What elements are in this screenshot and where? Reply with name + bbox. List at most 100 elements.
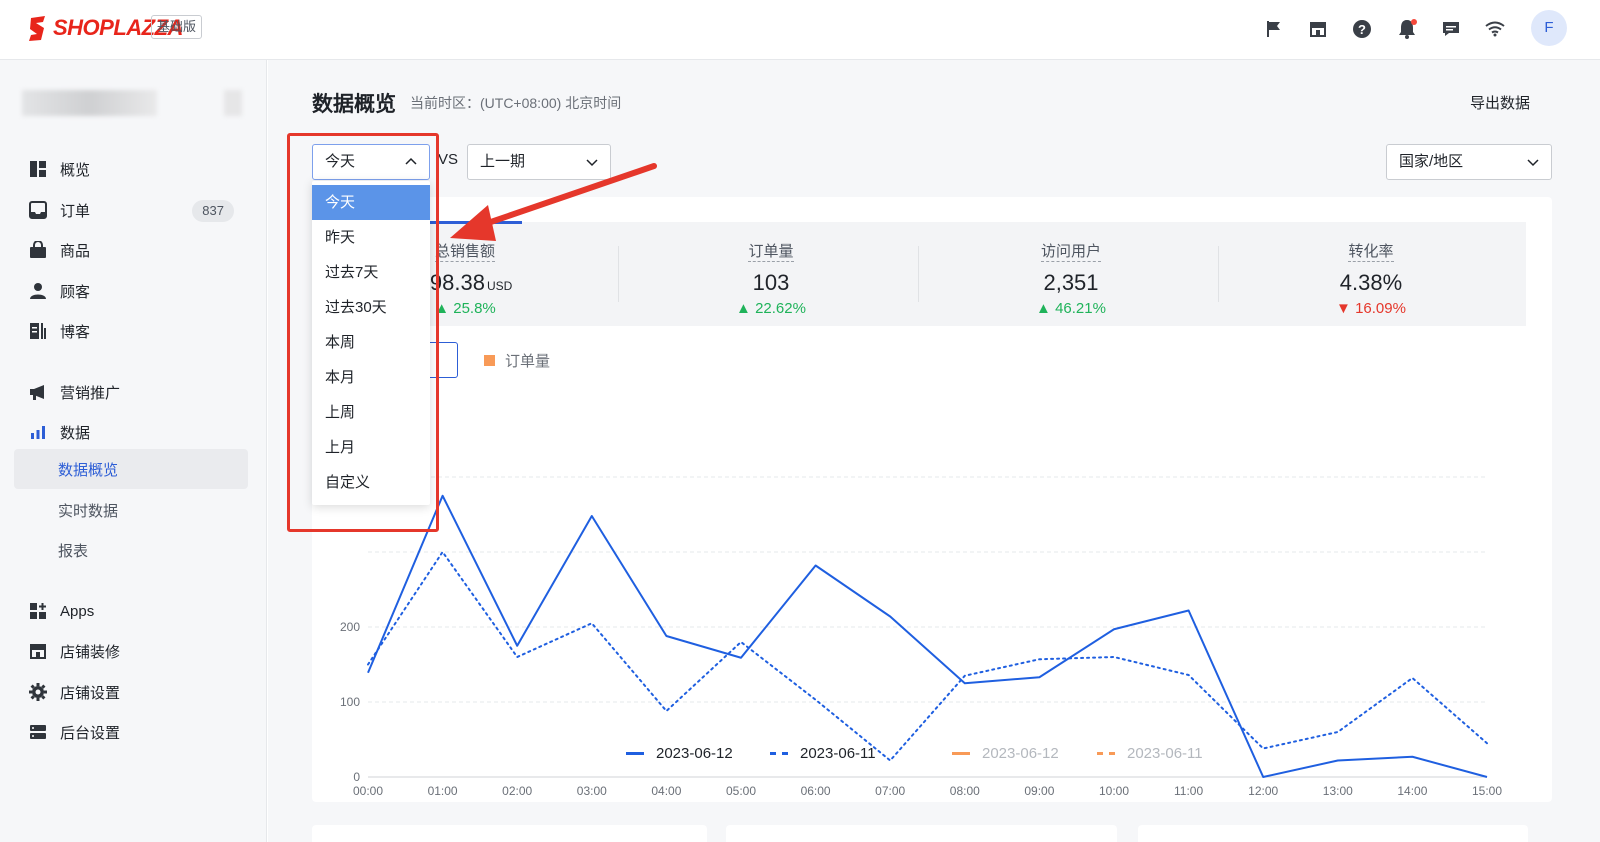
svg-text:?: ? [1358, 22, 1366, 37]
apps-icon [28, 601, 48, 621]
x-tick-label: 05:00 [726, 784, 756, 798]
legend-item[interactable]: 2023-06-11 [770, 745, 876, 762]
sidebar-item-admin-settings[interactable]: 后台设置 [14, 712, 248, 752]
x-tick-label: 00:00 [353, 784, 383, 798]
sidebar: 概览 订单 837 商品 顾客 博客 营销推广 数据 数据概览 实时数据 报表 … [0, 60, 267, 842]
storefront-icon [28, 641, 48, 661]
legend-item[interactable]: 2023-06-11 [1097, 745, 1203, 762]
sidebar-item-label: 数据 [60, 424, 91, 442]
x-tick-label: 13:00 [1323, 784, 1353, 798]
megaphone-icon [28, 382, 48, 402]
sidebar-item-label: 商品 [60, 242, 91, 260]
region-select-value: 国家/地区 [1399, 153, 1464, 170]
legend-label: 2023-06-12 [982, 745, 1059, 762]
sidebar-item-data-overview[interactable]: 数据概览 [14, 449, 248, 489]
sidebar-item-orders[interactable]: 订单 837 [14, 190, 248, 230]
line-chart: 0 100 200 00:00 01:00 02:00 03:00 04:00 05:00 06:… [340, 476, 1502, 798]
sidebar-item-analytics[interactable]: 数据 [14, 412, 248, 452]
dashed-line-icon [1097, 752, 1115, 755]
store-icon[interactable] [1306, 17, 1330, 41]
legend-label: 2023-06-11 [1127, 745, 1203, 762]
highlight-frame [287, 133, 439, 532]
sidebar-item-label: 报表 [58, 542, 89, 560]
flag-icon[interactable] [1262, 17, 1286, 41]
x-tick-label: 12:00 [1248, 784, 1278, 798]
bag-icon [28, 240, 48, 260]
export-data-button[interactable]: 导出数据 [1470, 92, 1530, 113]
blog-icon [28, 321, 48, 341]
sidebar-item-realtime[interactable]: 实时数据 [14, 490, 248, 530]
vs-label: VS [438, 151, 459, 168]
sidebar-item-blog[interactable]: 博客 [14, 311, 248, 351]
store-name-blurred[interactable] [22, 90, 157, 116]
user-icon [28, 281, 48, 301]
legend-label: 2023-06-11 [800, 745, 876, 762]
user-avatar[interactable]: F [1531, 10, 1567, 46]
compare-select[interactable]: 上一期 [467, 144, 611, 180]
sidebar-item-label: 博客 [60, 323, 91, 341]
summary-card [312, 825, 707, 842]
x-tick-label: 09:00 [1024, 784, 1054, 798]
sidebar-item-products[interactable]: 商品 [14, 230, 248, 270]
x-tick-label: 15:00 [1472, 784, 1502, 798]
y-tick-label: 0 [353, 770, 360, 784]
sidebar-item-label: 店铺设置 [60, 684, 121, 702]
timezone-label: 当前时区：(UTC+08:00) 北京时间 [410, 95, 622, 111]
x-tick-label: 08:00 [950, 784, 980, 798]
summary-card [1138, 825, 1528, 842]
sidebar-item-label: 概览 [60, 161, 91, 179]
x-tick-label: 11:00 [1174, 784, 1203, 798]
x-tick-label: 01:00 [428, 784, 458, 798]
x-tick-label: 03:00 [577, 784, 607, 798]
x-tick-label: 07:00 [875, 784, 905, 798]
sidebar-item-label: 顾客 [60, 283, 91, 301]
sidebar-item-store-design[interactable]: 店铺装修 [14, 631, 248, 671]
x-tick-label: 04:00 [651, 784, 681, 798]
gear-icon [28, 682, 48, 702]
sidebar-item-marketing[interactable]: 营销推广 [14, 372, 248, 412]
sidebar-item-customers[interactable]: 顾客 [14, 271, 248, 311]
sidebar-item-store-settings[interactable]: 店铺设置 [14, 672, 248, 712]
sidebar-item-label: Apps [60, 602, 95, 620]
x-tick-label: 10:00 [1099, 784, 1129, 798]
series-line-current [367, 494, 1488, 778]
y-tick-label: 100 [340, 695, 360, 709]
bar-chart-icon [28, 422, 48, 442]
sidebar-item-apps[interactable]: Apps [14, 591, 248, 631]
store-switcher-blurred[interactable] [224, 90, 242, 116]
sidebar-item-label: 营销推广 [60, 384, 121, 402]
sidebar-item-overview[interactable]: 概览 [14, 149, 248, 189]
legend-label: 2023-06-12 [656, 745, 733, 762]
sidebar-item-label: 订单 [60, 202, 91, 220]
x-tick-label: 06:00 [801, 784, 831, 798]
sidebar-item-reports[interactable]: 报表 [14, 530, 248, 570]
summary-card [726, 825, 1117, 842]
series-line-previous [367, 551, 1488, 762]
server-icon [28, 722, 48, 742]
x-tick-label: 02:00 [502, 784, 532, 798]
notification-dot [1411, 19, 1417, 25]
overview-card: 总销售额 598.38 USD ▲ 25.8% 订单量 103 ▲ 22.62% … [312, 197, 1552, 802]
chevron-down-icon [1527, 159, 1539, 167]
chat-icon[interactable] [1439, 17, 1463, 41]
sidebar-item-label: 后台设置 [60, 724, 121, 742]
main-content: 数据概览 当前时区：(UTC+08:00) 北京时间 导出数据 今天 VS 上一… [268, 60, 1600, 842]
logo-mark-icon [29, 16, 45, 41]
bell-icon[interactable] [1395, 17, 1419, 41]
page-title: 数据概览 [312, 93, 396, 116]
overview-icon [28, 159, 48, 179]
solid-line-icon [952, 752, 970, 755]
sidebar-item-label: 数据概览 [58, 461, 119, 479]
region-select[interactable]: 国家/地区 [1386, 144, 1552, 180]
top-bar: SHOPLAZZA 基础版 ? F [0, 0, 1600, 60]
solid-line-icon [626, 752, 644, 755]
chevron-down-icon [586, 159, 598, 167]
sidebar-item-label: 实时数据 [58, 502, 119, 520]
legend-item[interactable]: 2023-06-12 [952, 745, 1059, 762]
wifi-icon[interactable] [1483, 17, 1507, 41]
dashed-line-icon [770, 752, 788, 755]
sidebar-item-label: 店铺装修 [60, 643, 121, 661]
legend-item[interactable]: 2023-06-12 [626, 745, 733, 762]
help-icon[interactable]: ? [1350, 17, 1374, 41]
inbox-icon [28, 200, 48, 220]
